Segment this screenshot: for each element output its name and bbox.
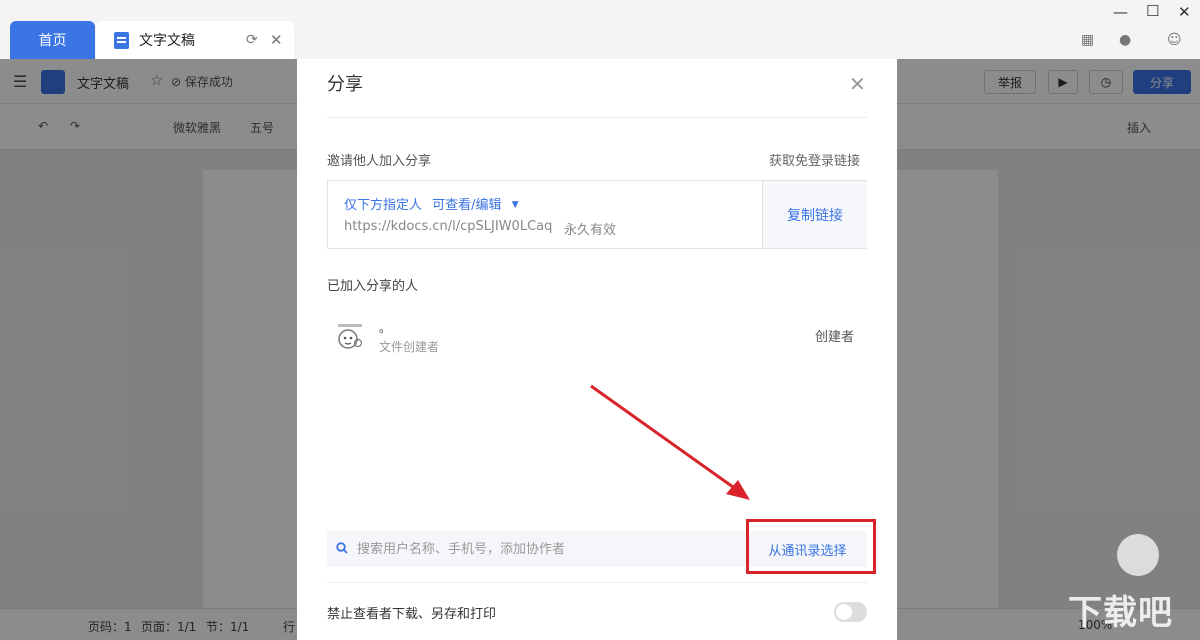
- member-subtitle: 文件创建者: [379, 340, 440, 354]
- maximize-icon[interactable]: ☐: [1146, 2, 1159, 20]
- apps-grid-icon[interactable]: ▦: [1081, 32, 1097, 48]
- member-role: 创建者: [815, 330, 855, 345]
- login-free-link[interactable]: 获取免登录链接: [769, 150, 860, 169]
- permission-dropdown[interactable]: 仅下方指定人 可查看/编辑 ▼: [344, 194, 519, 213]
- tab-document[interactable]: 文字文稿 ⟳ ✕: [96, 21, 294, 59]
- annotation-arrow: [590, 384, 750, 500]
- watermark: 下载吧: [1068, 593, 1173, 633]
- dialog-title: 分享: [327, 74, 363, 95]
- tab-home[interactable]: 首页: [10, 21, 95, 59]
- assistant-avatar-icon[interactable]: [1117, 534, 1159, 576]
- caret-down-icon: ▼: [511, 200, 519, 210]
- tab-document-label: 文字文稿: [139, 33, 195, 49]
- search-input[interactable]: [357, 531, 737, 567]
- restrict-download-label: 禁止查看者下载、另存和打印: [327, 607, 497, 622]
- permission-mode: 可查看/编辑: [432, 198, 502, 213]
- restrict-download-toggle[interactable]: [834, 602, 867, 622]
- document-icon: [114, 31, 129, 49]
- close-tab-icon[interactable]: ✕: [270, 31, 283, 49]
- tab-bar: 首页 文字文稿 ⟳ ✕ — ☐ ✕ ▦ ● ☺: [0, 0, 1200, 59]
- share-link-box: 仅下方指定人 可查看/编辑 ▼ https://kdocs.cn/l/cpSLJ…: [327, 180, 867, 249]
- invite-label: 邀请他人加入分享: [327, 154, 432, 169]
- collaborator-search: [327, 531, 747, 567]
- chat-icon[interactable]: ●: [1119, 32, 1135, 48]
- permission-scope: 仅下方指定人: [344, 198, 423, 213]
- link-validity: 永久有效: [564, 223, 617, 238]
- minimize-icon[interactable]: —: [1113, 3, 1128, 21]
- joined-members-label: 已加入分享的人: [327, 279, 419, 294]
- close-icon[interactable]: ✕: [849, 72, 866, 96]
- user-avatar-icon[interactable]: ☺: [1167, 32, 1183, 48]
- share-url: https://kdocs.cn/l/cpSLJIW0LCaq: [344, 219, 553, 234]
- share-dialog: 分享 ✕ 邀请他人加入分享 获取免登录链接 仅下方指定人 可查看/编辑 ▼ ht…: [297, 59, 897, 640]
- divider: [327, 582, 867, 583]
- divider: [327, 117, 867, 118]
- refresh-icon[interactable]: ⟳: [246, 32, 258, 48]
- search-icon: [336, 542, 348, 554]
- member-avatar: [338, 324, 363, 349]
- close-window-icon[interactable]: ✕: [1178, 3, 1191, 21]
- copy-link-button[interactable]: 复制链接: [762, 181, 867, 248]
- member-name: 。: [379, 321, 392, 335]
- highlight-box: [746, 519, 876, 574]
